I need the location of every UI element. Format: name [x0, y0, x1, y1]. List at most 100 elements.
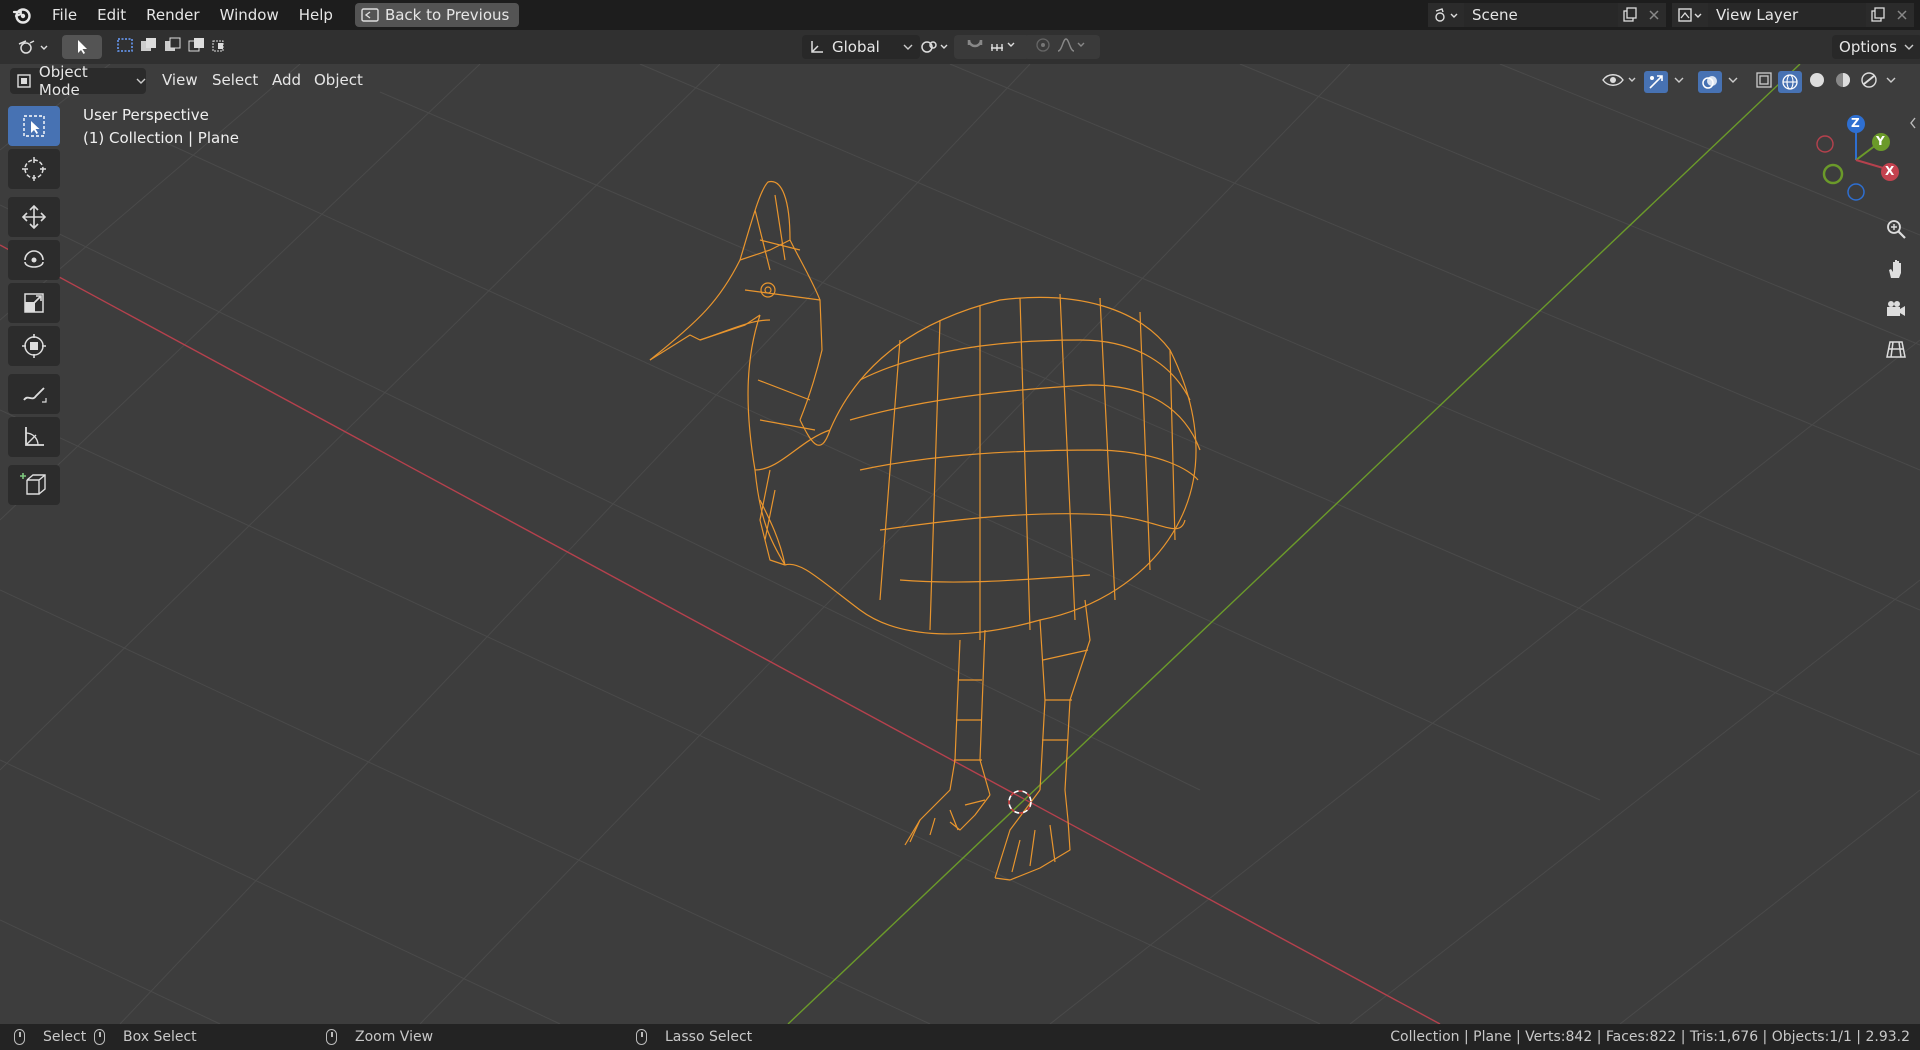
cursor-icon	[22, 157, 46, 181]
back-screen-icon	[361, 8, 379, 22]
overlays-dropdown-icon[interactable]	[1726, 69, 1742, 95]
select-intersect-icon[interactable]	[212, 37, 230, 57]
shading-dropdown-icon[interactable]	[1884, 69, 1900, 95]
tool-add-cube[interactable]	[8, 465, 60, 505]
object-mode-label: Object Mode	[38, 63, 88, 99]
gizmo-dropdown-icon[interactable]	[1672, 69, 1688, 95]
tool-measure[interactable]	[8, 417, 60, 457]
rotate-icon	[24, 250, 44, 268]
gizmo-y-label: Y	[1876, 134, 1885, 148]
status-box-select-label: Box Select	[123, 1029, 197, 1045]
scene-new-icon[interactable]	[1618, 3, 1642, 27]
ortho-grid-icon[interactable]	[1880, 333, 1912, 365]
view-layer-new-icon[interactable]	[1866, 3, 1890, 27]
material-shading-icon[interactable]	[1832, 70, 1854, 94]
transform-orientation-dropdown[interactable]: Global	[802, 35, 920, 59]
select-subtract-icon[interactable]	[164, 37, 182, 57]
status-bar: Select Box Select Zoom View Lasso Select…	[0, 1024, 1920, 1050]
viewport-header: Object Mode View Select Add Object	[0, 63, 1920, 99]
tool-settings-header: Global Options	[0, 30, 1920, 64]
tool-cursor[interactable]	[8, 149, 60, 189]
gizmo-x-label: X	[1885, 164, 1895, 178]
xray-toggle-icon[interactable]	[1754, 70, 1774, 94]
tool-select-box[interactable]	[8, 106, 60, 146]
cursor-arrow-icon	[78, 40, 87, 54]
status-lasso-hint: Lasso Select	[636, 1024, 752, 1050]
menu-help[interactable]: Help	[289, 0, 343, 30]
camera-view-icon[interactable]	[1880, 293, 1912, 325]
view-layer-close-icon[interactable]	[1890, 3, 1914, 27]
chevron-down-icon	[1904, 44, 1914, 50]
snapping-group	[954, 35, 1030, 59]
transform-icon	[22, 334, 46, 358]
tool-scale[interactable]	[8, 283, 60, 323]
back-to-previous-button[interactable]: Back to Previous	[354, 3, 520, 27]
viewport-grid	[0, 64, 1920, 1024]
options-dropdown[interactable]: Options	[1832, 35, 1920, 59]
tool-rotate[interactable]	[8, 240, 60, 280]
gizmo-toggle-icon[interactable]	[1644, 71, 1668, 93]
object-mode-dropdown[interactable]: Object Mode	[10, 63, 146, 99]
solid-shading-icon[interactable]	[1806, 70, 1828, 94]
menu-window[interactable]: Window	[210, 0, 289, 30]
menu-edit[interactable]: Edit	[87, 0, 136, 30]
viewport-perspective-label: User Perspective	[83, 106, 209, 124]
back-to-previous-label: Back to Previous	[384, 6, 510, 24]
menu-file[interactable]: File	[42, 0, 87, 30]
tool-annotate[interactable]	[8, 374, 60, 414]
status-select-hint: Select	[14, 1024, 86, 1050]
viewport-menu-add[interactable]: Add	[264, 68, 309, 92]
scale-icon	[24, 293, 44, 313]
3d-cursor[interactable]	[1008, 790, 1032, 814]
select-invert-icon[interactable]	[188, 37, 206, 57]
view-layer-selector: View Layer	[1672, 3, 1914, 27]
status-box-select-hint: Box Select	[94, 1024, 197, 1050]
mouse-middle-icon	[326, 1029, 337, 1045]
status-lasso-label: Lasso Select	[665, 1029, 753, 1045]
annotate-pencil-icon	[23, 387, 47, 403]
select-extend-icon[interactable]	[140, 37, 158, 57]
falloff-curve-icon[interactable]	[1056, 36, 1090, 58]
top-menubar: File Edit Render Window Help Back to Pre…	[0, 0, 1920, 30]
tool-move[interactable]	[8, 197, 60, 237]
view-layer-name-field[interactable]: View Layer	[1708, 3, 1866, 27]
navigation-gizmo[interactable]: Z Y X	[1812, 112, 1912, 208]
viewport-menu-view[interactable]: View	[154, 68, 206, 92]
mouse-left-icon	[14, 1029, 25, 1045]
cassowary-mesh[interactable]	[649, 181, 1201, 881]
blender-logo-icon[interactable]	[10, 3, 34, 27]
sidebar-toggle-icon[interactable]	[1908, 116, 1918, 134]
viewport-menu-select[interactable]: Select	[204, 68, 266, 92]
scene-name-field[interactable]: Scene	[1464, 3, 1618, 27]
view-layer-browse-icon[interactable]	[1672, 3, 1708, 27]
pivot-point-dropdown[interactable]	[912, 35, 960, 59]
x-axis-line	[0, 244, 1441, 1024]
wireframe-shading-icon[interactable]	[1778, 71, 1802, 93]
snap-increment-icon[interactable]	[989, 36, 1019, 58]
scene-close-icon[interactable]	[1642, 3, 1666, 27]
zoom-magnifier-icon[interactable]	[1880, 213, 1912, 245]
orientation-label: Global	[832, 38, 880, 56]
select-new-icon[interactable]	[116, 37, 134, 57]
visibility-eye-icon[interactable]	[1600, 69, 1640, 95]
measure-ruler-icon	[25, 427, 44, 446]
selection-mode-buttons	[108, 35, 238, 59]
gizmo-z-label: Z	[1851, 116, 1860, 130]
editor-type-icon	[18, 40, 48, 54]
scene-browse-icon[interactable]	[1428, 3, 1464, 27]
select-box-icon	[23, 115, 45, 137]
rendered-shading-icon[interactable]	[1858, 70, 1880, 94]
viewport-collection-label: (1) Collection | Plane	[83, 129, 239, 147]
overlays-toggle-icon[interactable]	[1698, 71, 1722, 93]
select-tool-button[interactable]	[62, 35, 102, 59]
viewport-menu-object[interactable]: Object	[306, 68, 371, 92]
3d-viewport[interactable]	[0, 64, 1920, 1024]
pan-hand-icon[interactable]	[1880, 253, 1912, 285]
editor-type-button[interactable]	[10, 35, 58, 59]
magnet-snap-icon[interactable]	[965, 36, 985, 58]
mouse-right-icon	[636, 1029, 647, 1045]
proportional-edit-icon[interactable]	[1034, 36, 1052, 58]
menu-render[interactable]: Render	[136, 0, 209, 30]
tool-transform[interactable]	[8, 326, 60, 366]
scene-selector: Scene	[1428, 3, 1666, 27]
